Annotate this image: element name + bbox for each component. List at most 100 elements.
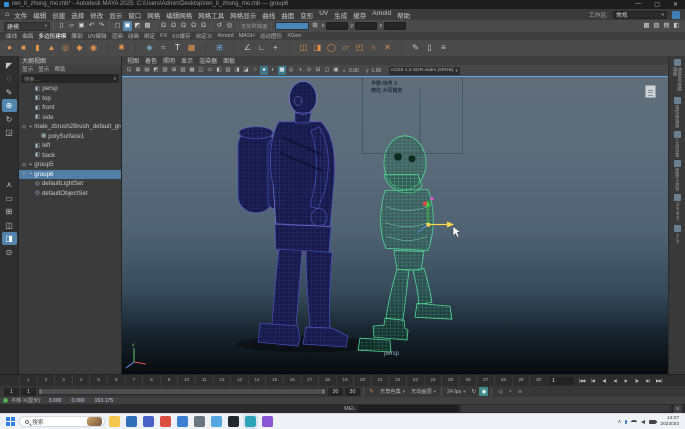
snap-to-projected-center-icon[interactable]: Ω [189,21,198,31]
play-backwards-button[interactable]: ◀ [610,376,620,385]
snap-to-grid-icon[interactable]: Ω [159,21,168,31]
right-panel-tab[interactable]: 建模工具包 [674,160,681,191]
wireframe-icon[interactable]: ○ [251,66,259,75]
select-camera-icon[interactable]: ⊡ [125,66,133,75]
panel-icon[interactable]: ▯ [423,42,436,55]
gate-mask-icon[interactable]: ◧ [215,66,223,75]
close-button[interactable]: ✕ [673,1,678,8]
animation-start-field[interactable]: 1 [4,388,19,396]
shelf-tab[interactable]: 曲面 [22,32,33,40]
menu-item[interactable]: 网格工具 [198,10,224,20]
mute-audio-icon[interactable]: ◁ [495,387,504,396]
minimize-button[interactable]: — [635,1,641,8]
timeline-tick[interactable]: 21 [371,375,389,386]
grid-icon[interactable]: ▦ [188,66,196,75]
textured-icon[interactable]: ▩ [278,66,286,75]
teams-icon[interactable] [143,416,154,427]
select-by-hierarchy-icon[interactable]: ▢ [113,21,122,31]
ipr-render-icon[interactable]: ▨ [652,21,661,31]
four-pane-layout-button[interactable]: ⊞ [2,205,17,218]
shelf-tab[interactable]: 自定义 [196,32,213,40]
timeline-tick[interactable]: 19 [336,375,354,386]
edge-icon[interactable] [126,416,137,427]
workspace-dropdown[interactable]: 常规 ▾ [613,11,667,19]
redo-icon[interactable]: ↷ [97,21,106,31]
hypershade-icon[interactable]: ◧ [672,21,681,31]
rotate-tool-icon[interactable]: ↻ [2,113,17,126]
panel-menu-item[interactable]: 着色 [145,56,157,65]
timeline-tick[interactable]: 28 [494,375,512,386]
volume-icon[interactable] [641,420,645,424]
timeline-tick[interactable]: 5 [89,375,107,386]
render-view-icon[interactable]: ▩ [642,21,651,31]
menu-item[interactable]: 选择 [71,10,84,20]
shelf-separator[interactable]: │ [129,42,142,55]
gamma-icon[interactable]: γ [366,68,369,74]
menu-item[interactable]: 编辑 [33,10,46,20]
timeline-tick[interactable]: 25 [441,375,459,386]
auto-keyframe-icon[interactable]: ◉ [479,387,488,396]
sync-playback-icon[interactable]: ◔ [505,387,514,396]
animation-end-field[interactable]: 30 [345,388,360,396]
bookmarks-icon[interactable]: ◩ [152,66,160,75]
menu-item[interactable]: 生成 [334,10,347,20]
timeline-tick[interactable]: 29 [512,375,530,386]
taskbar-clock[interactable]: 14:27 2023/3/3 [660,416,679,428]
outliner-row[interactable]: ⊟ + male_zbrush2Brush_default_group [19,122,121,132]
widgets-thumbnail-icon[interactable] [87,417,102,426]
timeline-tick[interactable]: 9 [160,375,178,386]
outliner-row[interactable]: ◧ front [19,103,121,113]
grease-pencil-icon[interactable]: ▨ [179,66,187,75]
safe-action-icon[interactable]: ◨ [233,66,241,75]
expand-toggle-icon[interactable]: ⊟ [21,124,27,130]
playback-loop-icon[interactable]: ↻ [469,387,478,396]
separate-icon[interactable]: ◨ [311,42,324,55]
panel-menu-item[interactable]: 显示 [181,56,193,65]
home-icon[interactable]: ⌂ [5,11,9,18]
shelf-tab[interactable]: 动画 [128,32,139,40]
timeline-tick[interactable]: 23 [406,375,424,386]
use-all-lights-icon[interactable]: ◎ [287,66,295,75]
shelf-separator[interactable]: │ [101,42,114,55]
outliner-row[interactable]: ◧ side [19,113,121,123]
outliner-row[interactable]: ◧ back [19,151,121,161]
step-forward-key-button[interactable]: ▶| [643,376,653,385]
play-forwards-button[interactable]: ▶ [621,376,631,385]
sculpt-tool-icon[interactable]: ✱ [115,42,128,55]
timeline-tick[interactable]: 10 [177,375,195,386]
panel-menu-item[interactable]: 面板 [223,56,235,65]
poly-disc-icon[interactable]: ◉ [87,42,100,55]
file-badge-icon[interactable] [645,85,656,98]
mel-toggle[interactable]: MEL [344,406,355,412]
menu-item[interactable]: 缓存 [353,10,366,20]
wifi-icon[interactable] [631,420,637,423]
shelf-separator[interactable]: │ [227,42,240,55]
outliner-menu-item[interactable]: 显示 [38,65,49,73]
poly-cylinder-icon[interactable]: ▮ [31,42,44,55]
shelf-tab[interactable]: 多边形建模 [38,32,66,40]
outliner-row[interactable]: ⊞ + group5 [19,160,121,170]
timeline-tick[interactable]: 15 [265,375,283,386]
menu-item[interactable]: 变形 [300,10,313,20]
save-scene-icon[interactable]: ▣ [77,21,86,31]
outliner-row[interactable]: ◧ persp [19,84,121,94]
outliner-row[interactable]: ◎ defaultLightSet [19,179,121,189]
safe-title-icon[interactable]: ◪ [242,66,250,75]
outliner-menu-item[interactable]: 显示 [22,65,33,73]
timeline-tick[interactable]: 18 [318,375,336,386]
timeline-tick[interactable]: 1 [19,375,37,386]
maya-app-icon[interactable] [245,416,256,427]
motion-blur-icon[interactable]: ⊟ [314,66,322,75]
character-set-dropdown[interactable]: 无角色集 ▾ [378,388,407,396]
timeline-tick[interactable]: 8 [142,375,160,386]
timeline-tick[interactable]: 11 [195,375,213,386]
menu-item[interactable]: UV [319,10,328,20]
menu-item[interactable]: 窗口 [128,10,141,20]
locator-icon[interactable]: + [269,42,282,55]
range-bar[interactable] [38,388,326,395]
new-scene-icon[interactable]: ▯ [57,21,66,31]
outliner-row[interactable]: ◧ left [19,141,121,151]
camera-attributes-icon[interactable]: ▤ [143,66,151,75]
panel-menu-item[interactable]: 渲染器 [199,56,217,65]
paint-select-tool-icon[interactable]: ✎ [2,86,17,99]
